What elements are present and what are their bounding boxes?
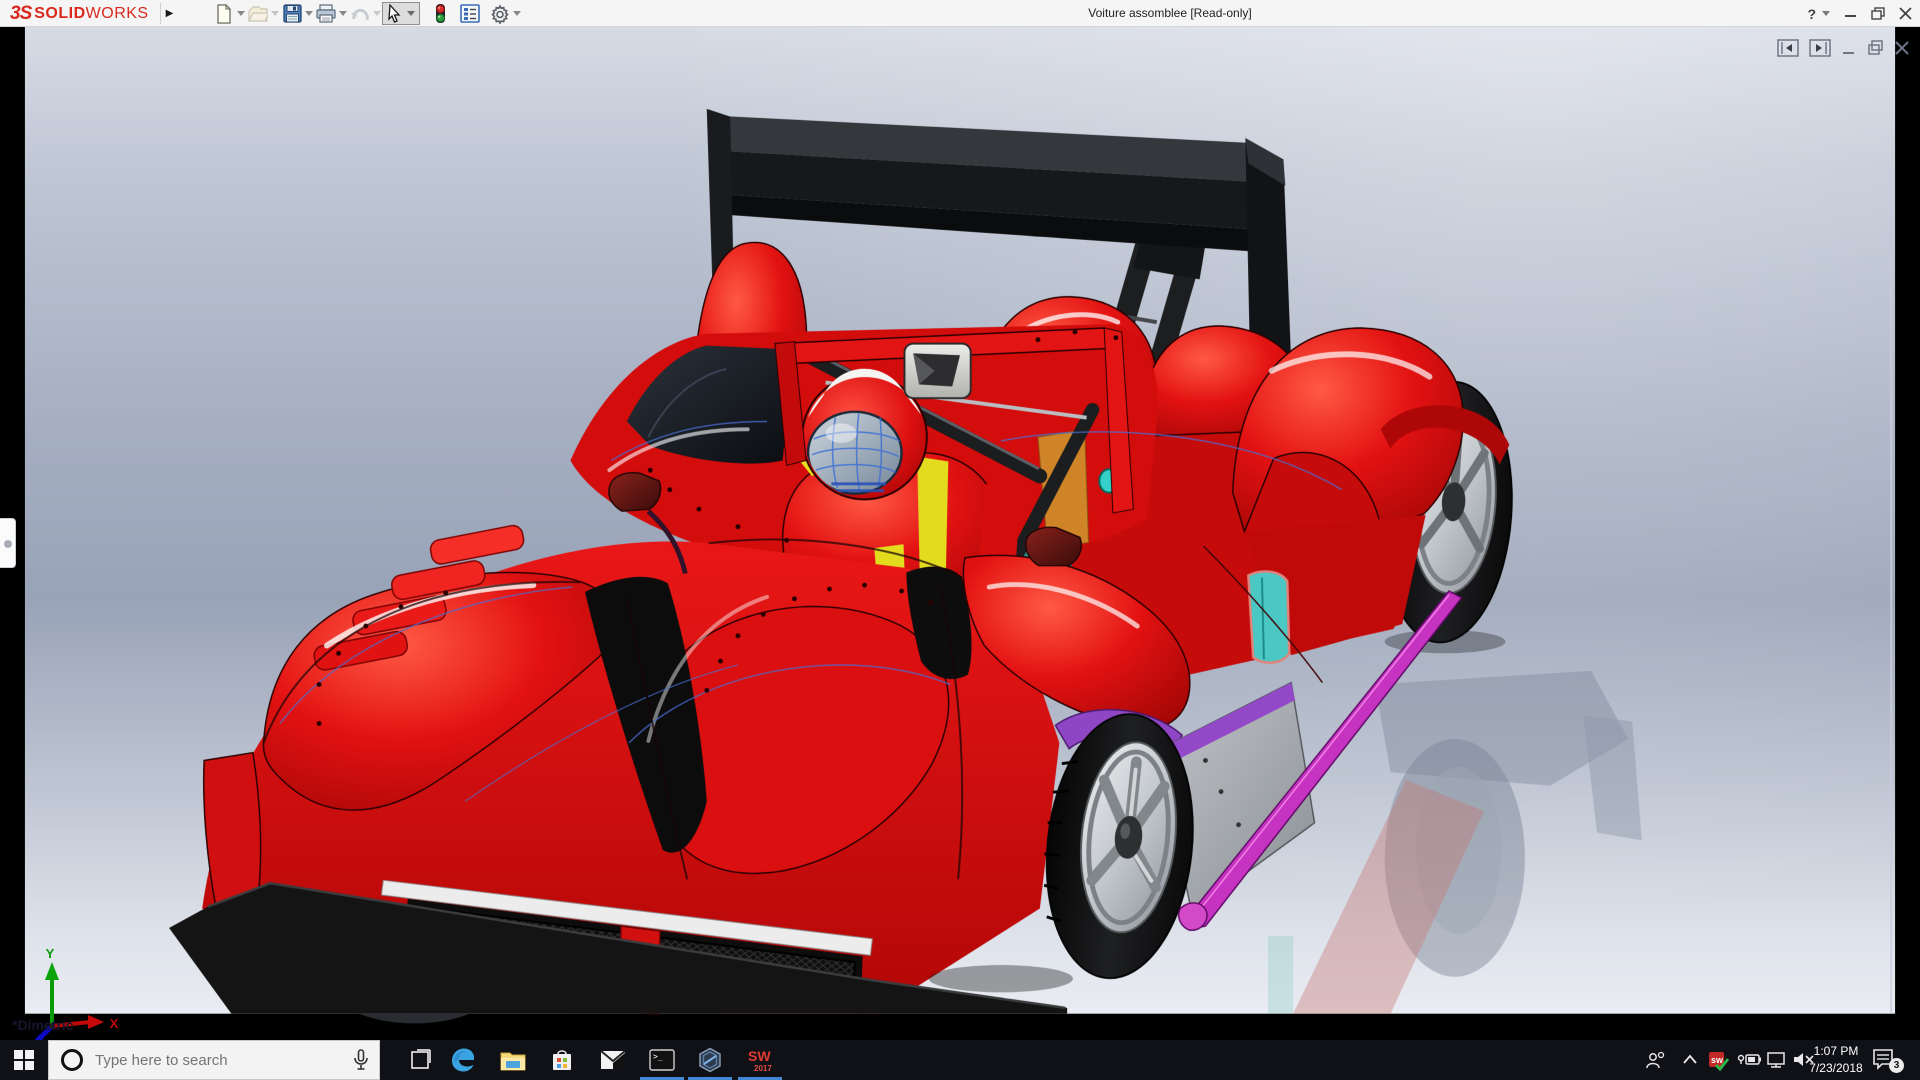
new-document-button[interactable]	[212, 2, 236, 25]
people-icon[interactable]	[1645, 1051, 1667, 1069]
model-canvas[interactable]	[0, 27, 1920, 1040]
edge-icon	[450, 1047, 476, 1073]
task-view-button[interactable]	[400, 1044, 440, 1076]
task-pane-list-button[interactable]	[458, 2, 482, 25]
print-dropdown-caret[interactable]	[338, 2, 348, 25]
help-dropdown-caret[interactable]	[1822, 11, 1830, 16]
pane-collapse-left-button[interactable]	[1777, 39, 1799, 57]
quick-toolbar	[212, 2, 522, 25]
tray-chevron-up-icon[interactable]	[1682, 1051, 1698, 1069]
network-icon[interactable]	[1766, 1051, 1788, 1069]
windows-logo-icon	[14, 1050, 34, 1070]
taskbar-app-solidworks[interactable]: SW 2017	[740, 1044, 780, 1076]
viewport-3d[interactable]: Y X Z *Dimetric	[0, 27, 1920, 1040]
rebuild-traffic-light-button[interactable]	[428, 2, 452, 25]
menu-expand-arrow-icon[interactable]: ▶	[160, 3, 178, 24]
open-dropdown-caret[interactable]	[270, 2, 280, 25]
solidworks-logo: 3S SOLIDWORKS	[10, 2, 149, 25]
command-prompt-icon: >_	[649, 1049, 675, 1071]
save-button[interactable]	[280, 2, 304, 25]
options-gear-button[interactable]	[488, 2, 512, 25]
clock-time: 1:07 PM	[1806, 1043, 1866, 1060]
restore-button[interactable]	[1871, 7, 1885, 20]
tray-clock[interactable]: 1:07 PM 7/23/2018	[1806, 1043, 1866, 1077]
taskbar-app-edge[interactable]	[443, 1044, 483, 1076]
taskbar-app-mail[interactable]	[593, 1044, 633, 1076]
microphone-icon[interactable]	[353, 1049, 369, 1071]
taskbar-app-store[interactable]	[542, 1044, 582, 1076]
title-bar: 3S SOLIDWORKS ▶	[0, 0, 1920, 27]
save-dropdown-caret[interactable]	[304, 2, 314, 25]
axis-x-label: X	[110, 1016, 119, 1031]
feature-manager-collapsed-tab[interactable]	[0, 518, 16, 568]
taskbar-search[interactable]	[48, 1040, 380, 1080]
document-minimize-button[interactable]	[1841, 39, 1857, 57]
solidworks-2017-icon: SW 2017	[745, 1046, 775, 1074]
window-title: Voiture assomblee [Read-only]	[1000, 0, 1340, 27]
axis-y-label: Y	[46, 946, 55, 961]
help-button[interactable]: ?	[1807, 6, 1816, 22]
new-dropdown-caret[interactable]	[236, 2, 246, 25]
notification-badge: 3	[1889, 1058, 1904, 1073]
search-input[interactable]	[95, 1052, 335, 1069]
brand-works: WORKS	[86, 5, 149, 23]
svg-text:sw: sw	[1711, 1055, 1724, 1065]
open-button[interactable]	[246, 2, 270, 25]
taskbar-app-file-explorer[interactable]	[493, 1044, 533, 1076]
cortana-icon	[61, 1049, 83, 1071]
taskbar-app-composer[interactable]	[690, 1044, 730, 1076]
task-view-icon	[409, 1049, 431, 1071]
document-close-button[interactable]	[1894, 39, 1910, 57]
file-explorer-icon	[500, 1049, 526, 1071]
options-dropdown-caret[interactable]	[512, 2, 522, 25]
close-button[interactable]	[1899, 7, 1912, 20]
minimize-button[interactable]	[1844, 7, 1857, 20]
clock-date: 7/23/2018	[1806, 1060, 1866, 1077]
document-window-controls	[1777, 39, 1910, 57]
pane-collapse-right-button[interactable]	[1809, 39, 1831, 57]
start-button[interactable]	[0, 1040, 48, 1080]
undo-button[interactable]	[348, 2, 372, 25]
composer-hexagon-icon	[697, 1047, 723, 1073]
expand-pane-icon	[4, 540, 12, 548]
dassault-logo-icon: 3S	[10, 3, 31, 25]
brand-solid: SOLID	[34, 5, 85, 23]
select-tool-active[interactable]	[382, 2, 420, 25]
print-button[interactable]	[314, 2, 338, 25]
taskbar-app-command-prompt[interactable]: >_	[642, 1044, 682, 1076]
svg-text:>_: >_	[653, 1052, 663, 1061]
store-icon	[550, 1048, 574, 1072]
view-orientation-label: *Dimetric	[12, 1017, 73, 1033]
document-restore-button[interactable]	[1867, 39, 1884, 57]
solidworks-monitor-icon[interactable]: sw	[1708, 1051, 1730, 1071]
select-dropdown-caret[interactable]	[407, 11, 417, 16]
svg-text:SW: SW	[748, 1048, 771, 1064]
undo-dropdown-caret[interactable]	[372, 2, 382, 25]
select-cursor-icon	[385, 4, 403, 23]
svg-text:2017: 2017	[754, 1064, 772, 1073]
taskbar: >_ SW 2017 sw 1:07 PM 7/23/2018	[0, 1040, 1920, 1080]
power-icon[interactable]	[1736, 1051, 1762, 1069]
mail-icon	[600, 1050, 626, 1070]
